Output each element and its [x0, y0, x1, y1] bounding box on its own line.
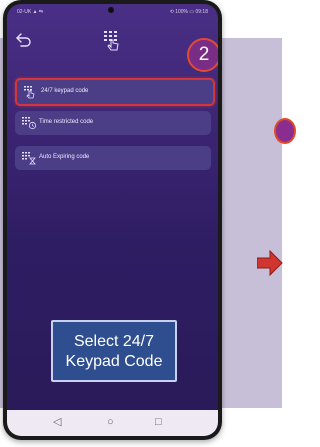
instruction-callout: Select 24/7 Keypad Code: [51, 320, 177, 382]
menu-item-label: 24/7 keypad code: [41, 88, 89, 94]
menu-item-auto-expiring-code[interactable]: Auto Expiring code: [15, 146, 211, 170]
camera-hole: [108, 7, 114, 13]
android-nav-bar: ◁ ○ □: [7, 410, 218, 436]
keypad-clock-icon: [22, 117, 37, 130]
menu-item-label: Auto Expiring code: [39, 154, 90, 160]
status-left: 02-UK ▲ ⇆: [17, 9, 44, 15]
callout-line-1: Select 24/7: [73, 333, 155, 350]
step-badge: 2: [187, 38, 218, 72]
right-arrow-icon: [257, 249, 283, 277]
nav-back-icon[interactable]: ◁: [53, 417, 61, 428]
menu-item-time-restricted-code[interactable]: Time restricted code: [15, 111, 211, 135]
back-arrow-icon[interactable]: [15, 30, 33, 48]
phone-frame: 02-UK ▲ ⇆ ⟲ 100% ▭ 09:18 2 24/7 keypad c…: [3, 0, 222, 440]
nav-recent-icon[interactable]: □: [155, 417, 162, 428]
menu-item-label: Time restricted code: [39, 119, 94, 125]
keypad-hand-icon: [24, 86, 35, 99]
keypad-hourglass-icon: [22, 152, 36, 165]
nav-home-icon[interactable]: ○: [107, 417, 114, 428]
menu-item-247-keypad-code[interactable]: 24/7 keypad code: [15, 78, 215, 106]
keypad-touch-icon: [104, 31, 119, 51]
phone-screen: 02-UK ▲ ⇆ ⟲ 100% ▭ 09:18 2 24/7 keypad c…: [7, 4, 218, 436]
status-bar: 02-UK ▲ ⇆ ⟲ 100% ▭ 09:18: [7, 4, 218, 18]
callout-line-2: Keypad Code: [65, 353, 163, 370]
status-right: ⟲ 100% ▭ 09:18: [169, 9, 208, 15]
next-step-badge-partial: [274, 118, 296, 144]
